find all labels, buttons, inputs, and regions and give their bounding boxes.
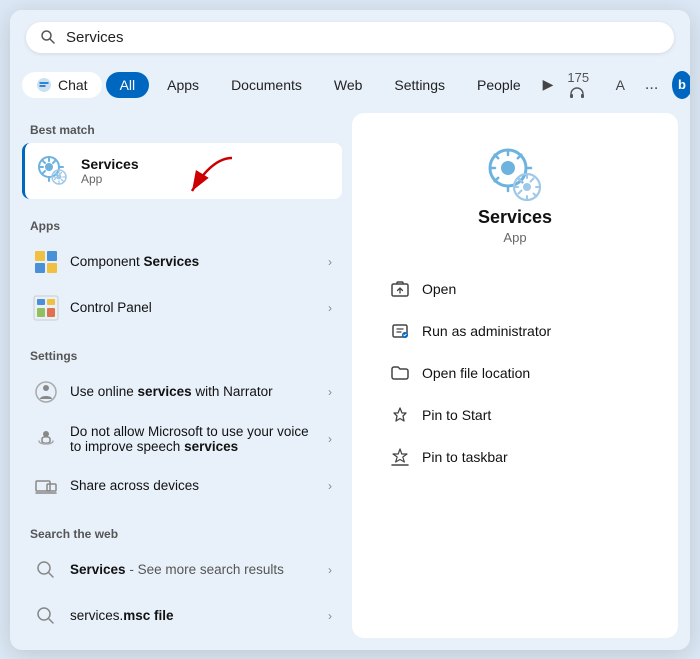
- voice-icon: [32, 425, 60, 453]
- open-icon: [390, 279, 410, 299]
- folder-icon: [390, 363, 410, 383]
- search-bar: Services: [10, 10, 690, 61]
- search-input[interactable]: Services: [66, 29, 660, 46]
- services-app-icon: [483, 143, 547, 207]
- settings-section-label: Settings: [22, 339, 342, 369]
- tab-documents[interactable]: Documents: [217, 72, 316, 98]
- control-panel-label: Control Panel: [70, 300, 318, 315]
- action-run-admin[interactable]: Run as administrator: [382, 311, 648, 351]
- admin-icon: [390, 321, 410, 341]
- bing-button[interactable]: b: [672, 71, 690, 99]
- narrator-label: Use online services with Narrator: [70, 384, 318, 399]
- tab-people[interactable]: People: [463, 72, 535, 98]
- list-item-narrator[interactable]: Use online services with Narrator ›: [22, 369, 342, 415]
- action-pin-start-label: Pin to Start: [422, 407, 491, 423]
- chevron-icon-7: ›: [328, 609, 332, 623]
- tab-right-group: 175 A ... b: [561, 65, 690, 105]
- action-pin-taskbar-label: Pin to taskbar: [422, 449, 508, 465]
- web-search-icon-2: [32, 602, 60, 630]
- action-pin-taskbar[interactable]: Pin to taskbar: [382, 437, 648, 477]
- component-services-label: Component Services: [70, 254, 318, 269]
- list-item-control-panel[interactable]: Control Panel ›: [22, 285, 342, 331]
- chevron-icon-5: ›: [328, 479, 332, 493]
- best-match-text: Services App: [81, 156, 139, 186]
- right-panel: Services App Open: [352, 113, 678, 638]
- play-button[interactable]: ▶: [539, 71, 558, 98]
- right-actions-list: Open Run as administrator: [372, 269, 658, 477]
- narrator-icon: [32, 378, 60, 406]
- right-app-type: App: [503, 230, 526, 245]
- list-item-web-msc-file[interactable]: services.msc file ›: [22, 593, 342, 638]
- best-match-label: Best match: [22, 113, 342, 143]
- action-open-label: Open: [422, 281, 456, 297]
- search-icon: [40, 29, 56, 45]
- control-panel-icon: [32, 294, 60, 322]
- list-item-component-services[interactable]: Component Services ›: [22, 239, 342, 285]
- chat-icon: [36, 77, 52, 93]
- list-item-web-services[interactable]: Services - See more search results ›: [22, 547, 342, 593]
- list-item-share-devices[interactable]: Share across devices ›: [22, 463, 342, 509]
- component-services-icon: [32, 248, 60, 276]
- best-match-item[interactable]: Services App: [22, 143, 342, 199]
- chevron-icon-3: ›: [328, 385, 332, 399]
- action-file-location[interactable]: Open file location: [382, 353, 648, 393]
- headset-icon: [569, 87, 585, 99]
- pin-taskbar-icon: [390, 447, 410, 467]
- chevron-icon-4: ›: [328, 432, 332, 446]
- main-content: Best match Services App: [10, 113, 690, 650]
- action-pin-start[interactable]: Pin to Start: [382, 395, 648, 435]
- tab-all[interactable]: All: [106, 72, 150, 98]
- action-file-location-label: Open file location: [422, 365, 530, 381]
- web-services-label: Services - See more search results: [70, 562, 318, 577]
- apps-section-label: Apps: [22, 209, 342, 239]
- filter-tabs: Chat All Apps Documents Web Settings Peo…: [10, 61, 690, 113]
- web-search-icon-1: [32, 556, 60, 584]
- tab-settings[interactable]: Settings: [380, 72, 459, 98]
- web-msc-file-label: services.msc file: [70, 608, 318, 623]
- best-match-title: Services: [81, 156, 139, 172]
- voice-label: Do not allow Microsoft to use your voice…: [70, 424, 318, 454]
- left-panel: Best match Services App: [22, 113, 342, 638]
- web-section-label: Search the web: [22, 517, 342, 547]
- pin-icon: [390, 405, 410, 425]
- chevron-icon-1: ›: [328, 255, 332, 269]
- tab-apps[interactable]: Apps: [153, 72, 213, 98]
- search-input-wrap[interactable]: Services: [26, 22, 674, 53]
- right-app-name: Services: [478, 207, 552, 228]
- action-admin-label: Run as administrator: [422, 323, 551, 339]
- more-button[interactable]: ...: [637, 71, 666, 99]
- search-window: Services Chat All Apps Documents Web Set…: [10, 10, 690, 650]
- action-open[interactable]: Open: [382, 269, 648, 309]
- tab-chat[interactable]: Chat: [22, 72, 102, 98]
- chevron-icon-2: ›: [328, 301, 332, 315]
- font-size-button[interactable]: A: [610, 72, 631, 98]
- best-match-subtitle: App: [81, 172, 139, 186]
- tab-web[interactable]: Web: [320, 72, 377, 98]
- share-icon: [32, 472, 60, 500]
- list-item-voice[interactable]: Do not allow Microsoft to use your voice…: [22, 415, 342, 463]
- services-icon-small: [35, 153, 71, 189]
- chevron-icon-6: ›: [328, 563, 332, 577]
- result-count: 175: [561, 65, 603, 105]
- share-label: Share across devices: [70, 478, 318, 493]
